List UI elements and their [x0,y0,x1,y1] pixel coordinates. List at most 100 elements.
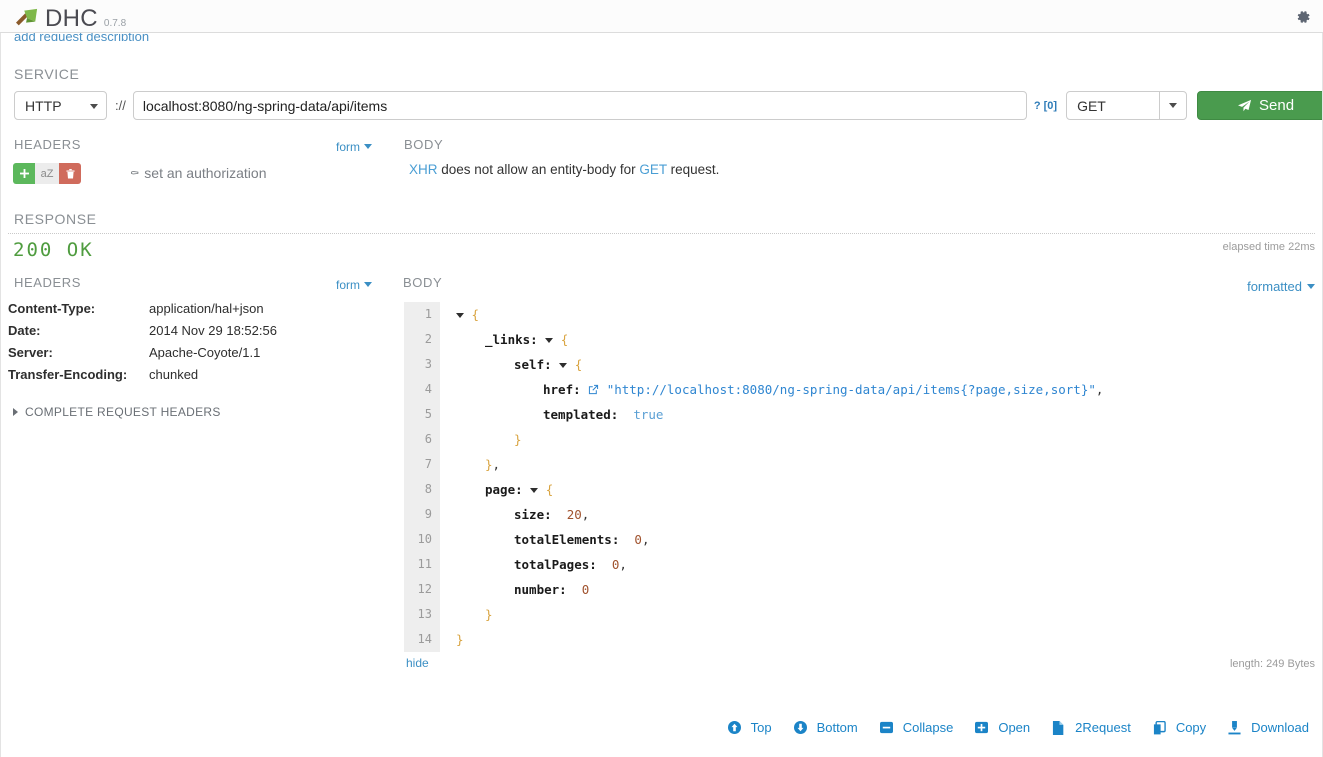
json-line: 4href: "http://localhost:8080/ng-spring-… [404,377,1304,402]
json-token-pl: , [619,557,627,572]
set-authorization-label: set an authorization [144,165,266,181]
header-name: Server: [8,345,149,367]
external-link-icon[interactable] [588,383,599,398]
header-name: Transfer-Encoding: [8,367,149,389]
json-line-content: { [440,307,479,322]
json-token-k: number: [514,582,567,597]
json-token-br: { [567,357,582,372]
json-token-pl: , [493,457,501,472]
toolbar-bottom-button[interactable]: Bottom [794,720,858,735]
json-token-br: } [514,432,522,447]
line-number: 14 [404,627,440,652]
plus-icon [20,169,29,178]
body-note-middle: does not allow an entity-body for [438,162,640,177]
sort-headers-label: aZ [41,168,54,180]
json-line: 7}, [404,452,1304,477]
response-format-toggle[interactable]: formatted [1247,279,1315,294]
response-headers-form-toggle[interactable]: form [336,278,372,292]
json-line: 6} [404,427,1304,452]
dart-logo-icon [14,7,40,29]
xhr-link[interactable]: XHR [409,162,438,177]
line-number: 8 [404,477,440,502]
delete-headers-button[interactable] [59,163,81,184]
table-row: Transfer-Encoding:chunked [8,367,277,389]
chevron-down-icon [90,104,98,109]
hide-body-link[interactable]: hide [406,656,429,670]
json-line-content: totalPages: 0, [440,557,627,572]
json-line: 12number: 0 [404,577,1304,602]
plus-square-icon [975,721,993,734]
collapse-triangle-icon[interactable] [530,488,538,493]
toolbar-copy-button[interactable]: Copy [1153,720,1206,735]
json-line: 14} [404,627,1304,652]
line-number: 11 [404,552,440,577]
get-method-link[interactable]: GET [639,162,667,177]
json-line: 11totalPages: 0, [404,552,1304,577]
add-header-button[interactable] [13,163,35,184]
toolbar-top-button[interactable]: Top [728,720,772,735]
method-select[interactable]: GET [1066,91,1187,120]
response-headers-form-label: form [336,278,360,292]
protocol-value: HTTP [25,98,62,114]
request-headers-form-label: form [336,140,360,154]
method-dropdown-button[interactable] [1159,92,1186,119]
json-token-nm: 0 [597,557,620,572]
protocol-select[interactable]: HTTP [14,91,107,120]
json-token-br: { [538,482,553,497]
request-body-note: XHR does not allow an entity-body for GE… [409,162,719,177]
key-icon: ⚰ [130,167,139,180]
toolbar-collapse-button[interactable]: Collapse [880,720,954,735]
json-line: 1 { [404,302,1304,327]
json-token-pl: , [642,532,650,547]
json-token-k: self: [514,357,552,372]
response-format-label: formatted [1247,279,1302,294]
json-token-br: { [464,307,479,322]
toolbar-item-label: Copy [1176,720,1206,735]
status-text: OK [67,239,94,261]
json-token-k: templated: [543,407,618,422]
url-input[interactable] [133,91,1027,120]
response-toolbar: Top Bottom Collapse Open 2Request Copy Downloa… [0,720,1323,735]
brand[interactable]: DHC 0.7.8 [14,4,126,33]
toolbar-download-button[interactable]: Download [1228,720,1309,735]
line-number: 9 [404,502,440,527]
toolbar-2request-button[interactable]: 2Request [1052,720,1131,735]
brand-version: 0.7.8 [104,18,126,29]
json-line-content: } [440,607,493,622]
toolbar-item-label: Top [751,720,772,735]
send-label: Send [1259,97,1294,114]
header-actions-group: aZ [13,163,81,184]
set-authorization-link[interactable]: ⚰ set an authorization [130,165,266,181]
send-button[interactable]: Send [1197,91,1323,120]
arrow-up-circle-icon [728,721,746,734]
query-params-toggle[interactable]: ? [0] [1034,100,1057,112]
toolbar-open-button[interactable]: Open [975,720,1030,735]
json-line: 2_links: { [404,327,1304,352]
json-line: 10totalElements: 0, [404,527,1304,552]
json-line-content: }, [440,457,500,472]
service-section-title: SERVICE [14,66,79,82]
method-value[interactable]: GET [1067,92,1159,119]
header-name: Date: [8,323,149,345]
json-line-content: size: 20, [440,507,589,522]
header-value: application/hal+json [149,301,277,323]
download-icon [1228,721,1246,735]
collapse-triangle-icon[interactable] [559,363,567,368]
collapse-triangle-icon[interactable] [456,313,464,318]
chevron-down-icon [1169,103,1177,108]
gear-icon[interactable] [1294,8,1312,26]
request-headers-form-toggle[interactable]: form [336,140,372,154]
json-line: 3 self: { [404,352,1304,377]
minus-square-icon [880,721,898,734]
toolbar-item-label: Download [1251,720,1309,735]
chevron-right-icon [13,408,18,416]
sort-headers-button[interactable]: aZ [35,163,59,184]
json-line-content: number: 0 [440,582,589,597]
json-token-k: _links: [485,332,538,347]
line-number: 3 [404,352,440,377]
collapse-triangle-icon[interactable] [545,338,553,343]
complete-request-headers-toggle[interactable]: COMPLETE REQUEST HEADERS [13,405,221,419]
request-headers-title: HEADERS [14,137,81,152]
json-viewer[interactable]: 1 {2_links: {3 self: {4href: "http://loca… [404,302,1304,652]
copy-icon [1153,721,1171,735]
